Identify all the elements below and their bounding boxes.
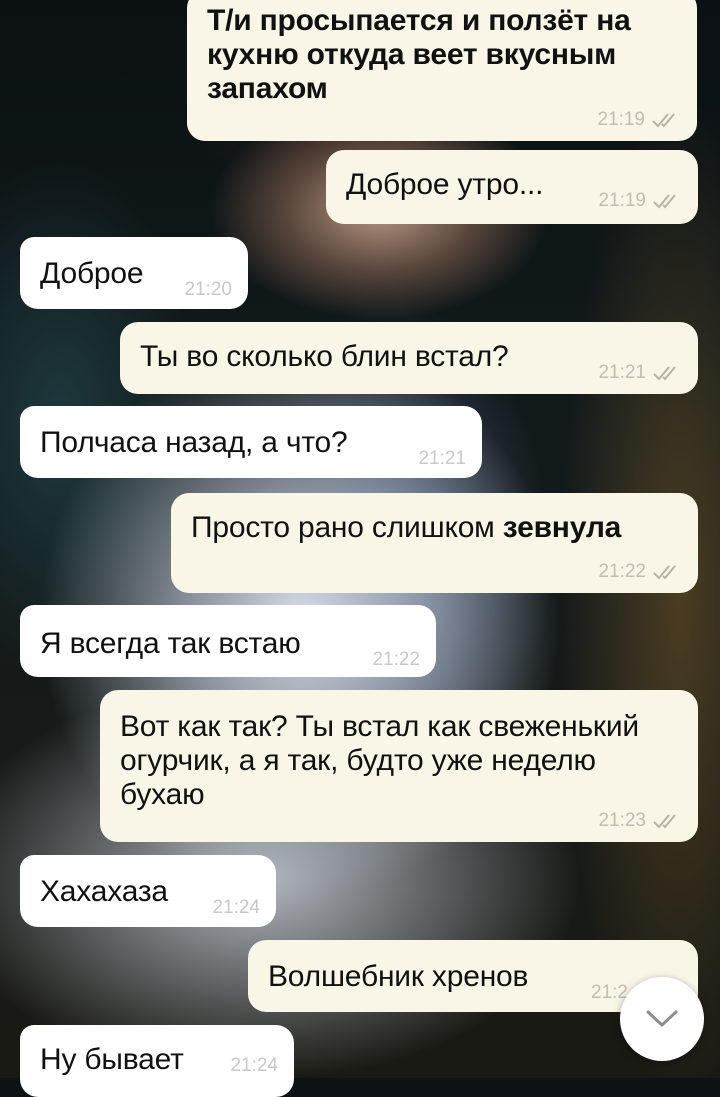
message-text-container: Просто рано слишком зевнула: [191, 511, 680, 545]
message-incoming[interactable]: Доброе 21:20: [20, 237, 248, 309]
message-outgoing[interactable]: Ты во сколько блин встал? 21:21: [120, 322, 698, 394]
message-incoming[interactable]: Полчаса назад, а что? 21:21: [20, 406, 482, 478]
message-outgoing[interactable]: Т/и просыпается и ползёт на кухню откуда…: [187, 0, 697, 141]
message-time: 21:22: [598, 561, 646, 582]
message-meta: 21:19: [597, 109, 681, 131]
message-text: Просто рано слишком: [191, 511, 495, 544]
message-time: 21:21: [598, 362, 646, 383]
message-text: Я всегда так встаю: [40, 627, 301, 660]
message-meta: 21:21: [418, 448, 466, 470]
message-text: Ты во сколько блин встал?: [140, 340, 509, 373]
message-text: Полчаса назад, а что?: [40, 426, 348, 459]
message-meta: 21:2: [591, 982, 628, 1004]
message-meta: 21:20: [184, 279, 232, 301]
message-outgoing[interactable]: Просто рано слишком зевнула 21:22: [171, 493, 698, 593]
message-meta: 21:24: [212, 897, 260, 919]
read-ticks-icon: [653, 565, 676, 580]
message-text: Ну бывает: [40, 1043, 184, 1076]
message-incoming[interactable]: Хахахаза 21:24: [20, 855, 276, 927]
read-ticks-icon: [653, 194, 676, 209]
read-ticks-icon: [652, 113, 675, 128]
message-incoming[interactable]: Ну бывает 21:24: [20, 1025, 294, 1097]
message-time: 21:24: [230, 1055, 278, 1076]
message-text: Доброе: [40, 257, 144, 290]
message-text: Доброе утро...: [346, 168, 544, 201]
message-meta: 21:22: [598, 561, 682, 583]
chat-messages: Т/и просыпается и ползёт на кухню откуда…: [0, 0, 720, 1097]
message-meta: 21:23: [598, 810, 682, 832]
message-meta: 21:21: [598, 362, 682, 384]
message-time: 21:24: [212, 897, 260, 918]
read-ticks-icon: [653, 814, 676, 829]
message-time: 21:20: [184, 279, 232, 300]
chevron-down-icon: [646, 1010, 678, 1027]
message-time: 21:19: [598, 190, 646, 211]
message-incoming[interactable]: Я всегда так встаю 21:22: [20, 605, 436, 677]
read-ticks-icon: [653, 366, 676, 381]
message-time: 21:22: [372, 649, 420, 670]
message-text: Хахахаза: [40, 875, 168, 908]
message-outgoing[interactable]: Вот как так? Ты встал как свеженький огу…: [100, 690, 698, 842]
message-text: Т/и просыпается и ползёт на кухню откуда…: [207, 4, 631, 105]
message-outgoing[interactable]: Доброе утро... 21:19: [326, 150, 698, 224]
message-time: 21:21: [418, 448, 466, 469]
message-text: Волшебник хренов: [268, 960, 529, 993]
message-text-bold: зевнула: [502, 511, 622, 544]
message-time: 21:19: [597, 109, 645, 130]
message-meta: 21:22: [372, 649, 420, 671]
message-meta: 21:19: [598, 190, 682, 212]
message-time: 21:2: [591, 982, 628, 1003]
scroll-to-bottom-button[interactable]: [620, 977, 704, 1061]
message-time: 21:23: [598, 810, 646, 831]
message-text: Вот как так? Ты встал как свеженький огу…: [120, 710, 639, 811]
message-meta: 21:24: [230, 1055, 278, 1077]
